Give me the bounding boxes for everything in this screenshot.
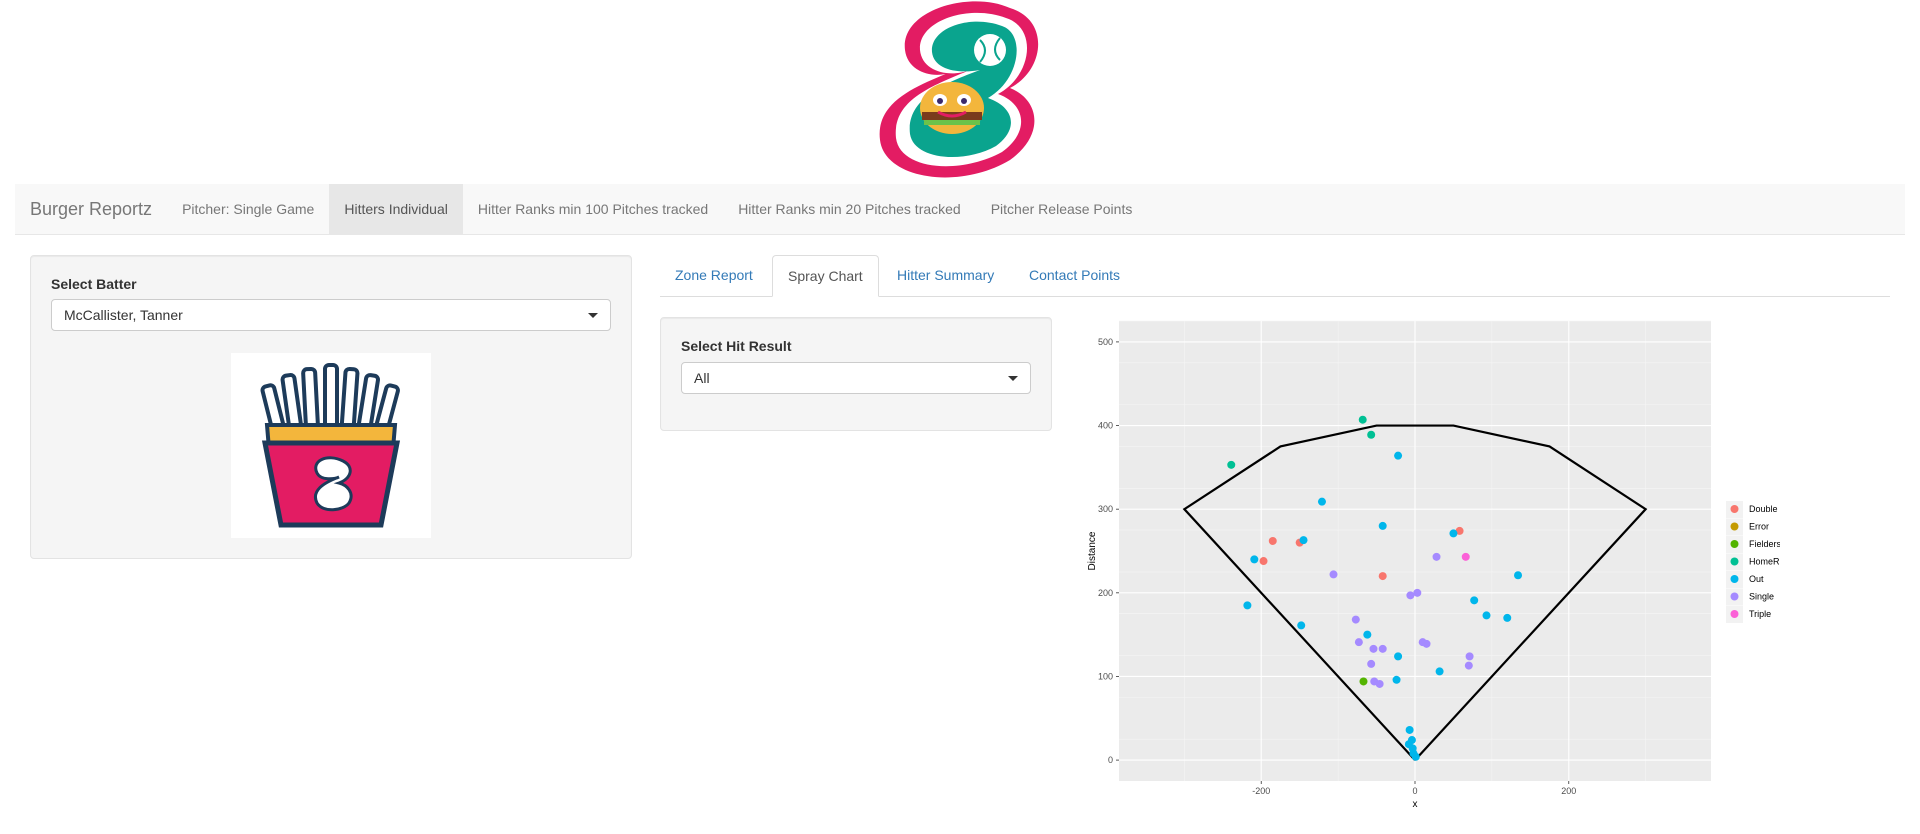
data-point-single [1378, 644, 1387, 653]
data-point-out [1514, 571, 1523, 580]
x-tick-label: -200 [1252, 786, 1270, 796]
legend-key-triple [1730, 610, 1739, 618]
legend-key-single [1730, 592, 1739, 601]
data-point-out [1405, 725, 1414, 734]
tab-zone-report[interactable]: Zone Report [660, 255, 768, 295]
hit-result-select-value: All [694, 370, 710, 386]
main-tabs: Zone Report Spray Chart Hitter Summary C… [660, 255, 1890, 297]
data-point-single [1432, 552, 1441, 561]
chevron-down-icon [1008, 376, 1018, 381]
nav-item-hitters-individual[interactable]: Hitters Individual [329, 184, 463, 234]
legend-label: Single [1749, 592, 1774, 602]
data-point-double [1378, 572, 1387, 581]
y-tick-label: 200 [1098, 588, 1113, 598]
data-point-out [1363, 630, 1372, 639]
data-point-out [1503, 613, 1512, 622]
data-point-out [1449, 529, 1458, 538]
x-tick-label: 200 [1561, 786, 1576, 796]
spray-chart: 0 100 200 300 400 500 -200 0 200 x Distance Double E… [1087, 320, 1780, 810]
data-point-single [1329, 570, 1338, 579]
data-point-out [1392, 675, 1401, 684]
tab-contact-points[interactable]: Contact Points [1014, 255, 1135, 295]
legend-key-double [1730, 505, 1739, 513]
hit-result-panel: Select Hit Result All [660, 317, 1052, 431]
data-point-triple [1461, 552, 1470, 561]
legend-label: Triple [1749, 609, 1771, 619]
data-point-out [1435, 667, 1444, 676]
data-point-single [1465, 652, 1474, 661]
data-point-homerun [1358, 415, 1367, 424]
data-point-out [1317, 497, 1326, 506]
batter-select[interactable]: McCallister, Tanner [51, 299, 611, 331]
data-point-out [1394, 451, 1403, 460]
x-tick-label: 0 [1412, 786, 1417, 796]
y-tick-label: 100 [1098, 671, 1113, 681]
x-axis-title: x [1413, 799, 1418, 810]
legend-label: Error [1749, 522, 1769, 532]
data-point-single [1351, 615, 1360, 624]
nav-item-hitter-ranks-20[interactable]: Hitter Ranks min 20 Pitches tracked [723, 184, 976, 234]
nav-item-hitter-ranks-100[interactable]: Hitter Ranks min 100 Pitches tracked [463, 184, 723, 234]
nav-item-pitcher-single-game[interactable]: Pitcher: Single Game [167, 184, 329, 234]
data-point-homerun [1367, 430, 1376, 439]
team-logo-graphic [879, 1, 1039, 178]
fries-logo-graphic [260, 363, 401, 528]
data-point-single [1354, 638, 1363, 647]
data-point-out [1394, 652, 1403, 661]
select-batter-label: Select Batter [51, 276, 137, 292]
legend-key-fielderschoice [1730, 540, 1739, 548]
y-tick-label: 0 [1108, 755, 1113, 765]
data-point-single [1464, 661, 1473, 670]
data-point-single [1375, 679, 1384, 688]
data-point-single [1413, 588, 1422, 597]
data-point-out [1297, 621, 1306, 630]
tab-hitter-summary[interactable]: Hitter Summary [882, 255, 1009, 295]
data-point-out [1250, 555, 1259, 564]
chevron-down-icon [588, 313, 598, 318]
batter-panel: Select Batter McCallister, Tanner [30, 255, 632, 559]
legend-key-homerun [1730, 557, 1739, 566]
data-point-single [1422, 639, 1431, 648]
legend-label: FieldersChoice [1749, 539, 1780, 549]
data-point-single [1367, 659, 1376, 668]
data-point-out [1299, 536, 1308, 545]
data-point-single [1406, 591, 1415, 600]
hit-result-select[interactable]: All [681, 362, 1031, 394]
y-tick-label: 300 [1098, 504, 1113, 514]
y-axis-title: Distance [1087, 531, 1098, 570]
legend-key-out [1730, 575, 1739, 583]
legend-label: Double [1749, 504, 1778, 514]
select-hit-result-label: Select Hit Result [681, 338, 792, 354]
team-logo [860, 0, 1060, 186]
legend-label: HomeRun [1749, 557, 1780, 567]
tab-spray-chart[interactable]: Spray Chart [772, 255, 879, 297]
data-point-out [1411, 752, 1420, 761]
data-point-out [1243, 601, 1252, 610]
legend-key-error [1730, 522, 1739, 531]
data-point-out [1482, 611, 1491, 620]
batter-select-value: McCallister, Tanner [64, 307, 183, 323]
y-tick-label: 400 [1098, 421, 1113, 431]
brand-title[interactable]: Burger Reportz [15, 184, 167, 234]
data-point-double [1259, 557, 1268, 566]
data-point-out [1470, 596, 1479, 605]
top-navbar: Burger Reportz Pitcher: Single Game Hitt… [15, 184, 1905, 235]
data-point-homerun [1227, 460, 1236, 469]
legend-label: Out [1749, 574, 1764, 584]
fries-logo [231, 353, 431, 538]
data-point-out [1378, 521, 1387, 530]
data-point-single [1369, 644, 1378, 653]
nav-item-pitcher-release-points[interactable]: Pitcher Release Points [976, 184, 1148, 234]
y-tick-label: 500 [1098, 337, 1113, 347]
data-point-fielderschoice [1359, 677, 1368, 686]
data-point-double [1268, 536, 1277, 545]
